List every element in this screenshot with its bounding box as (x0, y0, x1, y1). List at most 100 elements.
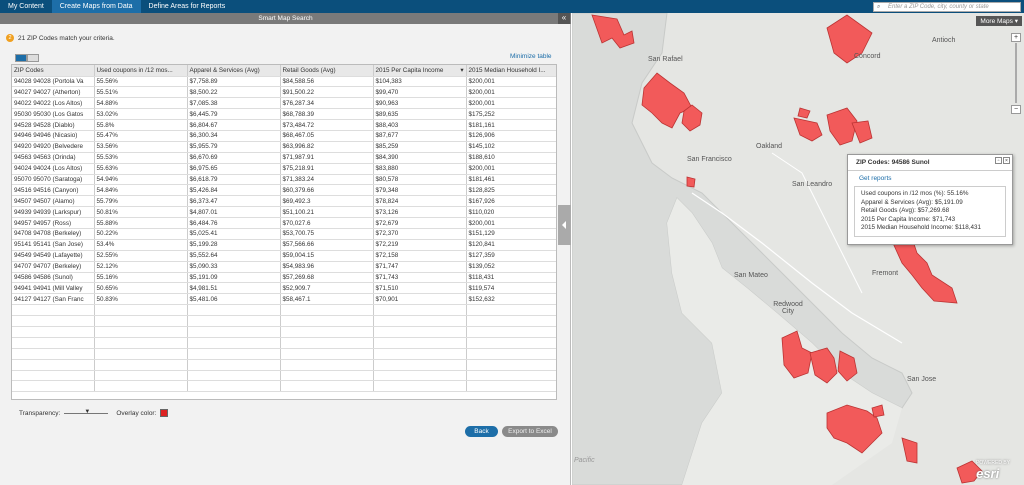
table-row[interactable]: 94957 94957 (Ross) 55.88% $6,484.76 $70,027… (12, 217, 556, 229)
col-coupons[interactable]: Used coupons in /12 mos... (94, 65, 188, 77)
table-cell: 94941 94941 (Mill Valley (12, 282, 95, 295)
table-cell: $70,901 (373, 293, 467, 306)
panel-resize-handle[interactable] (558, 205, 571, 245)
search-icon: ⌕ (877, 4, 881, 10)
zoom-out-button[interactable]: − (1011, 105, 1021, 114)
more-maps-button[interactable]: More Maps ▾ (976, 16, 1022, 26)
col-per-capita[interactable]: 2015 Per Capita Income ▾ (373, 65, 467, 77)
table-row[interactable]: 94707 94707 (Berkeley) 52.12% $5,090.33 $54… (12, 261, 556, 273)
tab-create-maps[interactable]: Create Maps from Data (51, 0, 141, 13)
empty-cell (280, 304, 374, 317)
empty-cell (466, 304, 556, 317)
zip-area[interactable] (793, 117, 823, 142)
empty-cell (12, 380, 95, 393)
table-row[interactable]: 94941 94941 (Mill Valley 50.65% $4,981.51 $… (12, 282, 556, 295)
zoom-control[interactable]: + − (1011, 33, 1021, 114)
table-header-row: ZIP Codes Used coupons in /12 mos... App… (12, 65, 556, 77)
table-cell: 53.4% (94, 239, 188, 251)
table-row[interactable]: 94708 94708 (Berkeley) 50.22% $5,025.41 $53… (12, 228, 556, 240)
col-zip[interactable]: ZIP Codes (12, 65, 95, 77)
zip-area[interactable] (797, 107, 811, 119)
collapse-panel-icon[interactable]: « (558, 13, 570, 24)
table-row[interactable]: 94563 94563 (Orinda) 55.53% $6,670.69 $71,9… (12, 152, 556, 164)
table-cell: $200,001 (466, 163, 556, 175)
table-cell: $181,161 (466, 119, 556, 131)
location-search-input[interactable]: ⌕ Enter a ZIP Code, city, county or stat… (873, 2, 1021, 12)
table-row[interactable]: 94507 94507 (Alamo) 55.79% $6,373.47 $69,49… (12, 195, 556, 208)
tab-define-areas[interactable]: Define Areas for Reports (141, 0, 234, 13)
table-cell: $152,632 (466, 293, 556, 306)
empty-cell (187, 348, 281, 360)
table-row[interactable]: 94028 94028 (Portola Va 55.56% $7,758.89 $8… (12, 76, 556, 88)
col-retail[interactable]: Retail Goods (Avg) (280, 65, 374, 77)
transparency-slider[interactable]: ▼ (64, 409, 109, 415)
table-cell: 94939 94939 (Larkspur) (12, 206, 95, 219)
table-cell: 50.65% (94, 282, 188, 295)
view-toggle[interactable] (15, 54, 39, 62)
zoom-in-button[interactable]: + (1011, 33, 1021, 42)
table-cell: $5,191.09 (187, 272, 281, 284)
table-cell: $6,300.34 (187, 130, 281, 142)
table-cell: $52,909.7 (280, 282, 374, 295)
get-reports-link[interactable]: Get reports (848, 171, 1012, 184)
back-button[interactable]: Back (465, 426, 498, 437)
table-cell: 94022 94022 (Los Altos) (12, 97, 95, 110)
zip-info-popup: ▫ × ZIP Codes: 94586 Sunol Get reports U… (847, 154, 1013, 245)
map-label-oakland: Oakland (756, 143, 783, 150)
tab-my-content[interactable]: My Content (0, 0, 52, 13)
minimize-table-link[interactable]: Minimize table (510, 53, 552, 60)
table-row[interactable]: 94022 94022 (Los Altos) 54.88% $7,085.38 $7… (12, 97, 556, 110)
table-row[interactable]: 94528 94528 (Diablo) 55.8% $6,804.67 $73,48… (12, 119, 556, 131)
table-cell: $75,218.91 (280, 163, 374, 175)
col-median-income[interactable]: 2015 Median Household I... (466, 65, 556, 77)
table-cell: $78,824 (373, 195, 467, 208)
export-excel-button[interactable]: Export to Excel (502, 426, 558, 437)
table-row[interactable]: 94516 94516 (Canyon) 54.84% $5,426.84 $60,3… (12, 184, 556, 197)
table-cell: 55.53% (94, 152, 188, 164)
empty-cell (94, 380, 188, 393)
zoom-track[interactable] (1015, 43, 1017, 103)
map-label-fremont: Fremont (872, 270, 899, 277)
zip-area[interactable] (826, 107, 858, 146)
slider-handle[interactable]: ▼ (84, 409, 90, 415)
table-cell: $72,219 (373, 239, 467, 251)
table-row[interactable]: 94127 94127 (San Franc 50.83% $5,481.06 $58… (12, 293, 556, 306)
empty-cell (280, 315, 374, 327)
table-row[interactable]: 94586 94586 (Sunol) 55.16% $5,191.09 $57,26… (12, 272, 556, 284)
table-row[interactable]: 94946 94946 (Nicasio) 55.47% $6,300.34 $68,… (12, 130, 556, 142)
popup-controls: ▫ × (994, 157, 1010, 164)
list-view-icon[interactable] (27, 54, 39, 62)
table-row[interactable]: 95030 95030 (Los Gatos 53.02% $6,445.79 $68… (12, 108, 556, 121)
table-row[interactable]: 94549 94549 (Lafayette) 52.55% $5,552.64 $5… (12, 250, 556, 262)
table-cell: $181,461 (466, 174, 556, 186)
popup-line: Used coupons in /12 mos (%): 55.16% (861, 190, 969, 197)
table-cell: $71,743 (373, 272, 467, 284)
close-popup-icon[interactable]: × (1003, 157, 1010, 164)
table-cell: 53.56% (94, 141, 188, 153)
empty-row (12, 380, 556, 393)
zip-area[interactable] (891, 237, 958, 304)
table-cell: 94549 94549 (Lafayette) (12, 250, 95, 262)
table-cell: $57,566.66 (280, 239, 374, 251)
table-row[interactable]: 95070 95070 (Saratoga) 54.94% $6,618.79 $71… (12, 174, 556, 186)
table-row[interactable]: 94027 94027 (Atherton) 55.51% $8,500.22 $91… (12, 86, 556, 99)
table-row[interactable]: 94920 94920 (Belvedere 53.56% $5,955.79 $63… (12, 141, 556, 153)
zip-area[interactable] (851, 120, 873, 144)
table-cell: $167,926 (466, 195, 556, 208)
table-view-icon[interactable] (15, 54, 27, 62)
overlay-color-swatch[interactable] (160, 409, 169, 417)
table-row[interactable]: 94939 94939 (Larkspur) 50.81% $4,807.01 $51… (12, 206, 556, 219)
table-row[interactable]: 95141 95141 (San Jose) 53.4% $5,199.28 $57,… (12, 239, 556, 251)
empty-cell (280, 348, 374, 360)
table-cell: $79,348 (373, 184, 467, 197)
col-apparel[interactable]: Apparel & Services (Avg) (187, 65, 281, 77)
step-number: 2 (6, 34, 14, 42)
map-view[interactable]: San Rafael Concord Antioch Oakland San F… (572, 13, 1024, 485)
table-cell: 52.55% (94, 250, 188, 262)
zip-area[interactable] (901, 437, 918, 464)
minimize-popup-icon[interactable]: ▫ (995, 157, 1002, 164)
zip-area[interactable] (686, 176, 696, 188)
table-row[interactable]: 94024 94024 (Los Altos) 55.63% $6,975.65 $7… (12, 163, 556, 175)
empty-cell (280, 370, 374, 382)
empty-cell (94, 370, 188, 382)
